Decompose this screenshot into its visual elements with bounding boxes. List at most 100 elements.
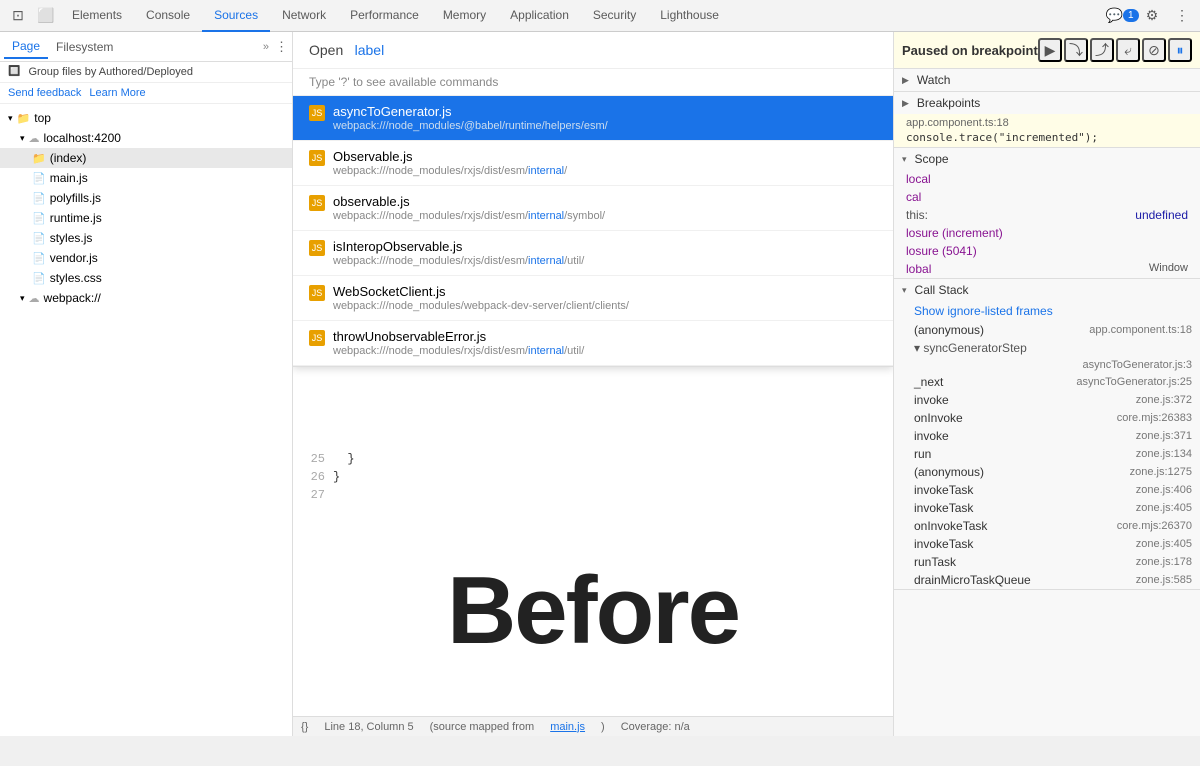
- call-stack-item-anon2[interactable]: (anonymous) zone.js:1275: [894, 463, 1200, 481]
- tab-filesystem[interactable]: Filesystem: [48, 36, 121, 58]
- watch-section-header[interactable]: ▶ Watch: [894, 69, 1200, 91]
- tree-item-webpack[interactable]: ▾ ☁ webpack://: [0, 288, 292, 308]
- step-out-btn[interactable]: ⤶: [1116, 38, 1140, 62]
- file-result-info-5: throwUnobservableError.js webpack:///nod…: [333, 329, 877, 357]
- call-stack-item-invoketask3[interactable]: invokeTask zone.js:405: [894, 535, 1200, 553]
- file-result-path-4: webpack:///node_modules/webpack-dev-serv…: [333, 300, 877, 312]
- tab-page[interactable]: Page: [4, 35, 48, 59]
- tree-item-localhost[interactable]: ▾ ☁ localhost:4200: [0, 128, 292, 148]
- tab-lighthouse[interactable]: Lighthouse: [648, 0, 731, 32]
- tree-item-top[interactable]: ▾ 📁 top: [0, 108, 292, 128]
- big-text-container: Before: [293, 506, 893, 716]
- call-stack-item-runtask[interactable]: runTask zone.js:178: [894, 553, 1200, 571]
- tab-network[interactable]: Network: [270, 0, 338, 32]
- call-stack-header[interactable]: ▾ Call Stack: [894, 279, 1200, 301]
- watch-label: Watch: [917, 73, 951, 87]
- tab-console[interactable]: Console: [134, 0, 202, 32]
- open-file-input[interactable]: [355, 42, 536, 58]
- file-result-4[interactable]: JS WebSocketClient.js webpack:///node_mo…: [293, 276, 893, 321]
- call-stack-item-invoketask2[interactable]: invokeTask zone.js:405: [894, 499, 1200, 517]
- send-feedback-link[interactable]: Send feedback: [8, 87, 81, 99]
- group-files-checkbox-icon: 🔲: [8, 66, 20, 78]
- tree-label-styles-js: styles.js: [50, 231, 93, 245]
- call-stack-loc-invoke1: zone.js:372: [1136, 394, 1192, 406]
- file-result-0[interactable]: JS asyncToGenerator.js webpack:///node_m…: [293, 96, 893, 141]
- panel-icon[interactable]: ⬜: [32, 2, 60, 30]
- call-stack-loc-oninvoke: core.mjs:26383: [1117, 412, 1192, 424]
- tree-label-styles-css: styles.css: [50, 271, 102, 285]
- call-stack-item-drain[interactable]: drainMicroTaskQueue zone.js:585: [894, 571, 1200, 589]
- call-stack-item-syncgen[interactable]: ▾ syncGeneratorStep: [894, 339, 1200, 357]
- call-stack-item-0[interactable]: (anonymous) app.component.ts:18: [894, 321, 1200, 339]
- breakpoints-arrow: ▶: [902, 98, 909, 109]
- path-highlight-5: internal: [528, 345, 564, 357]
- file-result-1[interactable]: JS Observable.js webpack:///node_modules…: [293, 141, 893, 186]
- tab-memory[interactable]: Memory: [431, 0, 498, 32]
- settings-button[interactable]: ⚙: [1138, 2, 1166, 30]
- toolbar-tabs: Elements Console Sources Network Perform…: [60, 0, 1108, 32]
- call-stack-fn-next: _next: [914, 375, 943, 389]
- tab-application[interactable]: Application: [498, 0, 581, 32]
- file-icon-result-4: JS: [309, 285, 325, 301]
- source-file-link[interactable]: main.js: [550, 721, 585, 733]
- call-stack-item-run[interactable]: run zone.js:134: [894, 445, 1200, 463]
- deactivate-btn[interactable]: ⊘: [1142, 38, 1166, 62]
- tree-label-polyfills-js: polyfills.js: [50, 191, 101, 205]
- file-result-3[interactable]: JS isInteropObservable.js webpack:///nod…: [293, 231, 893, 276]
- file-result-5[interactable]: JS throwUnobservableError.js webpack:///…: [293, 321, 893, 366]
- tree-label-top: top: [34, 111, 51, 125]
- call-stack-item-invoke1[interactable]: invoke zone.js:372: [894, 391, 1200, 409]
- file-result-2[interactable]: JS observable.js webpack:///node_modules…: [293, 186, 893, 231]
- tab-elements[interactable]: Elements: [60, 0, 134, 32]
- tree-item-polyfills-js[interactable]: 📄 polyfills.js: [0, 188, 292, 208]
- file-result-name-2: observable.js: [333, 194, 877, 209]
- tree-item-styles-css[interactable]: 📄 styles.css: [0, 268, 292, 288]
- watch-section: ▶ Watch: [894, 69, 1200, 92]
- call-stack-item-invoketask1[interactable]: invokeTask zone.js:406: [894, 481, 1200, 499]
- resume-btn[interactable]: ▶: [1038, 38, 1062, 62]
- learn-more-link[interactable]: Learn More: [89, 87, 145, 99]
- pause-btn[interactable]: ⏸: [1168, 38, 1192, 62]
- chat-button[interactable]: 💬 1: [1108, 2, 1136, 30]
- call-stack-loc-invoketask2: zone.js:405: [1136, 502, 1192, 514]
- call-stack-item-next[interactable]: _next asyncToGenerator.js:25: [894, 373, 1200, 391]
- tab-security[interactable]: Security: [581, 0, 648, 32]
- scope-key-closure-inc: losure (increment): [906, 226, 1003, 240]
- dock-icon[interactable]: ⊡: [4, 2, 32, 30]
- left-panel-tabs: Page Filesystem » ⋮: [0, 32, 292, 62]
- bracket-icon[interactable]: {}: [301, 721, 308, 733]
- file-result-path-0: webpack:///node_modules/@babel/runtime/h…: [333, 120, 861, 132]
- breakpoints-section-header[interactable]: ▶ Breakpoints: [894, 92, 1200, 114]
- call-stack-fn-oninvoketask: onInvokeTask: [914, 519, 987, 533]
- call-stack-item-oninvoke[interactable]: onInvoke core.mjs:26383: [894, 409, 1200, 427]
- call-stack-item-async3[interactable]: asyncToGenerator.js:3: [894, 357, 1200, 373]
- source-mapped-label: (source mapped from: [430, 721, 535, 733]
- step-over-btn[interactable]: ⤵: [1064, 38, 1088, 62]
- tab-performance[interactable]: Performance: [338, 0, 431, 32]
- tree-item-styles-js[interactable]: 📄 styles.js: [0, 228, 292, 248]
- panel-more-icon[interactable]: ⋮: [275, 39, 288, 55]
- show-ignore-link[interactable]: Show ignore-listed frames: [894, 301, 1200, 321]
- paused-section: Paused on breakpoint ▶ ⤵ ⤴ ⤶ ⊘ ⏸: [894, 32, 1200, 69]
- tree-item-main-js[interactable]: 📄 main.js: [0, 168, 292, 188]
- tree-item-index[interactable]: 📁 (index): [0, 148, 292, 168]
- call-stack-item-invoke2[interactable]: invoke zone.js:371: [894, 427, 1200, 445]
- file-icon-result-3: JS: [309, 240, 325, 256]
- call-stack-label: Call Stack: [915, 283, 969, 297]
- status-bar: {} Line 18, Column 5 (source mapped from…: [293, 716, 893, 736]
- tree-item-vendor-js[interactable]: 📄 vendor.js: [0, 248, 292, 268]
- file-result-info-4: WebSocketClient.js webpack:///node_modul…: [333, 284, 877, 312]
- more-options-button[interactable]: ⋮: [1168, 2, 1196, 30]
- tree-item-runtime-js[interactable]: 📄 runtime.js: [0, 208, 292, 228]
- tab-sources[interactable]: Sources: [202, 0, 270, 32]
- scope-key-this: this:: [906, 208, 931, 222]
- file-icon-runtime-js: 📄: [32, 212, 46, 225]
- center-panel: Open Type '?' to see available commands …: [293, 32, 893, 736]
- step-into-btn[interactable]: ⤴: [1090, 38, 1114, 62]
- call-stack-item-oninvoketask[interactable]: onInvokeTask core.mjs:26370: [894, 517, 1200, 535]
- file-icon-result-1: JS: [309, 150, 325, 166]
- file-result-path-2: webpack:///node_modules/rxjs/dist/esm/in…: [333, 210, 877, 222]
- scope-section-header[interactable]: ▾ Scope: [894, 148, 1200, 170]
- more-options-icon[interactable]: »: [263, 41, 269, 53]
- coverage-label: Coverage: n/a: [621, 721, 690, 733]
